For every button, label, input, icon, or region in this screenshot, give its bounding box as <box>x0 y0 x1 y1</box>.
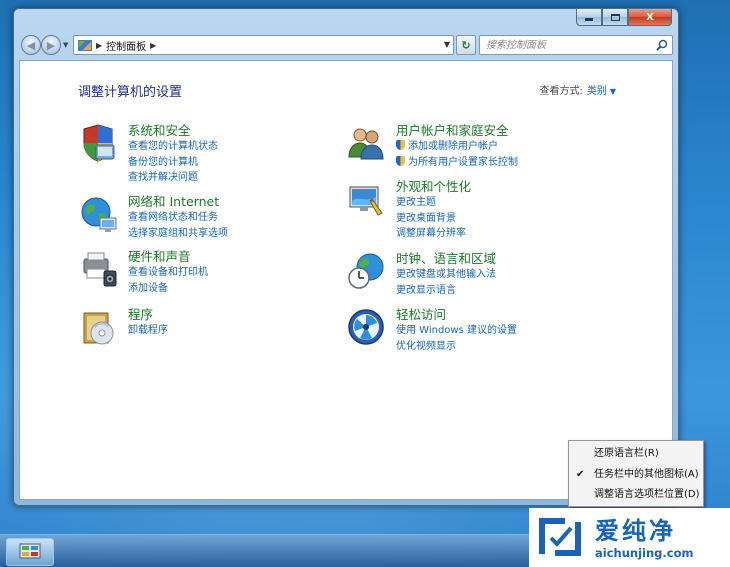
network-icon[interactable] <box>78 194 118 234</box>
control-panel-taskbar-icon <box>19 543 41 559</box>
minimize-icon <box>585 18 593 21</box>
category-user-accounts: 用户帐户和家庭安全 添加或删除用户帐户 为所有用户设置家长控制 <box>346 123 518 170</box>
category-link[interactable]: 查看您的计算机状态 <box>128 139 218 155</box>
maximize-button[interactable] <box>602 8 628 26</box>
checkmark-icon: ✔ <box>576 468 585 480</box>
view-by-label: 查看方式: <box>539 86 583 97</box>
control-panel-window: X ◀ ▶ ▼ ▶ 控制面板 ▶ ▼ ↻ 调整计算机的设置 查看方式:类别▼ <box>13 8 679 506</box>
recent-pages-dropdown[interactable]: ▼ <box>63 41 68 49</box>
back-arrow-icon: ◀ <box>26 38 36 52</box>
search-input[interactable] <box>480 36 652 54</box>
category-appearance: 外观和个性化 更改主题 更改桌面背景 调整屏幕分辨率 <box>346 179 471 242</box>
category-text: 系统和安全 查看您的计算机状态 备份您的计算机 查找并解决问题 <box>128 123 218 186</box>
navigation-bar: ◀ ▶ ▼ ▶ 控制面板 ▶ ▼ ↻ <box>19 34 673 56</box>
view-by-dropdown[interactable]: 类别 <box>587 86 607 97</box>
category-link[interactable]: 更改显示语言 <box>396 283 496 299</box>
menu-item-restore-language-bar[interactable]: 还原语言栏(R) <box>569 444 703 465</box>
window-caption-buttons: X <box>576 8 672 26</box>
category-text: 硬件和声音 查看设备和打印机 添加设备 <box>128 249 208 296</box>
category-title[interactable]: 网络和 Internet <box>128 194 228 210</box>
category-programs: 程序 卸载程序 <box>78 307 168 347</box>
control-panel-icon <box>78 39 92 51</box>
category-clock-language-region: 时钟、语言和区域 更改键盘或其他输入法 更改显示语言 <box>346 251 496 298</box>
category-link[interactable]: 调整屏幕分辨率 <box>396 226 471 242</box>
refresh-button[interactable]: ↻ <box>456 35 476 55</box>
category-link[interactable]: 更改主题 <box>396 195 471 211</box>
close-icon: X <box>646 11 654 23</box>
category-link[interactable]: 查看网络状态和任务 <box>128 210 228 226</box>
category-link[interactable]: 使用 Windows 建议的设置 <box>396 323 517 339</box>
search-icon[interactable] <box>656 39 668 51</box>
system-security-icon[interactable] <box>78 123 118 163</box>
breadcrumb-chevron-icon[interactable]: ▶ <box>150 41 156 50</box>
category-link[interactable]: 更改桌面背景 <box>396 211 471 227</box>
chevron-down-icon[interactable]: ▼ <box>610 87 616 96</box>
category-text: 外观和个性化 更改主题 更改桌面背景 调整屏幕分辨率 <box>396 179 471 242</box>
category-link[interactable]: 选择家庭组和共享选项 <box>128 226 228 242</box>
watermark-logo-icon <box>539 518 581 556</box>
category-title[interactable]: 用户帐户和家庭安全 <box>396 123 518 139</box>
page-title: 调整计算机的设置 <box>78 85 183 100</box>
category-text: 网络和 Internet 查看网络状态和任务 选择家庭组和共享选项 <box>128 194 228 241</box>
category-link[interactable]: 查看设备和打印机 <box>128 265 208 281</box>
category-link[interactable]: 卸载程序 <box>128 323 168 339</box>
category-link[interactable]: 备份您的计算机 <box>128 155 218 171</box>
appearance-icon[interactable] <box>346 179 386 219</box>
category-title[interactable]: 系统和安全 <box>128 123 218 139</box>
ease-of-access-icon[interactable] <box>346 307 386 347</box>
menu-item-additional-icons[interactable]: ✔ 任务栏中的其他图标(A) <box>569 465 703 486</box>
address-dropdown-icon[interactable]: ▼ <box>444 40 450 49</box>
menu-item-adjust-position[interactable]: 调整语言选项栏位置(D) <box>569 485 703 506</box>
programs-icon[interactable] <box>78 307 118 347</box>
category-title[interactable]: 硬件和声音 <box>128 249 208 265</box>
forward-arrow-icon: ▶ <box>46 38 56 52</box>
category-text: 时钟、语言和区域 更改键盘或其他输入法 更改显示语言 <box>396 251 496 298</box>
refresh-icon: ↻ <box>461 38 471 52</box>
maximize-icon <box>610 13 620 21</box>
category-title[interactable]: 时钟、语言和区域 <box>396 251 496 267</box>
category-link[interactable]: 添加设备 <box>128 281 208 297</box>
search-box <box>479 35 673 55</box>
taskbar-control-panel-button[interactable] <box>6 538 54 566</box>
category-text: 程序 卸载程序 <box>128 307 168 347</box>
address-bar[interactable]: ▶ 控制面板 ▶ ▼ <box>73 35 454 55</box>
view-by: 查看方式: 类别 ▼ <box>539 82 616 97</box>
user-accounts-icon[interactable] <box>346 123 386 163</box>
breadcrumb-control-panel[interactable]: 控制面板 <box>106 38 146 53</box>
category-network: 网络和 Internet 查看网络状态和任务 选择家庭组和共享选项 <box>78 194 228 241</box>
clock-language-region-icon[interactable] <box>346 251 386 291</box>
category-link[interactable]: 更改键盘或其他输入法 <box>396 267 496 283</box>
category-title[interactable]: 轻松访问 <box>396 307 517 323</box>
category-text: 轻松访问 使用 Windows 建议的设置 优化视频显示 <box>396 307 517 354</box>
control-panel-content: 调整计算机的设置 查看方式: 类别 ▼ 系统和安全 查看您的计算机状态 备份您的计算… <box>19 60 673 500</box>
category-ease-of-access: 轻松访问 使用 Windows 建议的设置 优化视频显示 <box>346 307 517 354</box>
language-bar-context-menu: 还原语言栏(R) ✔ 任务栏中的其他图标(A) 调整语言选项栏位置(D) <box>568 440 704 507</box>
menu-item-label: 调整语言选项栏位置(D) <box>594 489 700 500</box>
category-title[interactable]: 程序 <box>128 307 168 323</box>
close-button[interactable]: X <box>628 8 672 26</box>
category-link[interactable]: 为所有用户设置家长控制 <box>396 155 518 171</box>
back-button[interactable]: ◀ <box>21 35 41 55</box>
hardware-sound-icon[interactable] <box>78 249 118 289</box>
category-link[interactable]: 查找并解决问题 <box>128 170 218 186</box>
breadcrumb-chevron-icon[interactable]: ▶ <box>96 41 102 50</box>
category-link[interactable]: 优化视频显示 <box>396 339 517 355</box>
menu-item-label: 还原语言栏(R) <box>594 448 659 459</box>
category-hardware-sound: 硬件和声音 查看设备和打印机 添加设备 <box>78 249 208 296</box>
watermark-brand: 爱纯净 <box>595 517 676 545</box>
category-title[interactable]: 外观和个性化 <box>396 179 471 195</box>
watermark-url: aichunjing.com <box>595 546 694 560</box>
category-system-security: 系统和安全 查看您的计算机状态 备份您的计算机 查找并解决问题 <box>78 123 218 186</box>
watermark: 爱纯净 aichunjing.com <box>529 508 730 567</box>
category-text: 用户帐户和家庭安全 添加或删除用户帐户 为所有用户设置家长控制 <box>396 123 518 170</box>
menu-item-label: 任务栏中的其他图标(A) <box>594 468 699 480</box>
category-link[interactable]: 添加或删除用户帐户 <box>396 139 518 155</box>
minimize-button[interactable] <box>576 8 602 26</box>
forward-button[interactable]: ▶ <box>41 35 61 55</box>
